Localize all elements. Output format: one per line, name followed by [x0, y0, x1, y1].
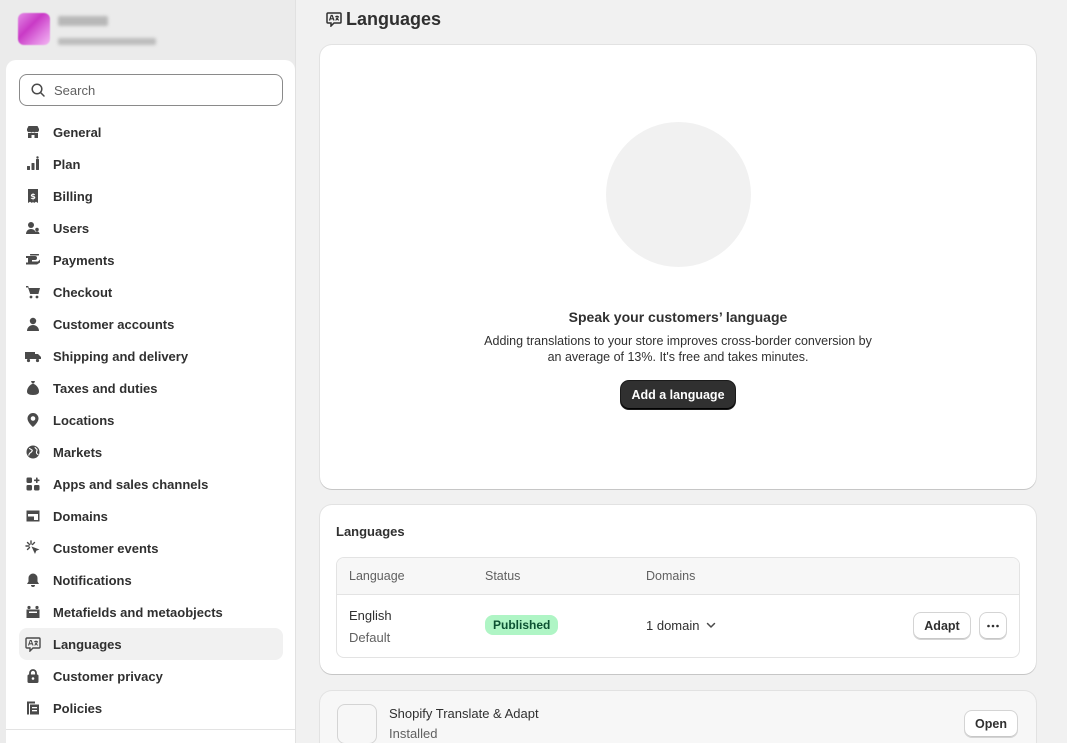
search-input[interactable] — [54, 82, 274, 98]
add-language-button[interactable]: Add a language — [621, 381, 735, 409]
sidebar-item-label: Locations — [53, 412, 115, 428]
sidebar-item-shipping[interactable]: Shipping and delivery — [19, 340, 283, 372]
sidebar-item-label: Markets — [53, 444, 103, 460]
page-title: Languages — [326, 8, 441, 30]
sidebar-item-label: Customer privacy — [53, 668, 163, 684]
settings-search[interactable] — [19, 74, 283, 106]
table-header: Language Status Domains — [337, 558, 1019, 595]
language-name: English — [349, 608, 392, 623]
sidebar-item-label: Taxes and duties — [53, 380, 158, 396]
sidebar-item-customer-privacy[interactable]: Customer privacy — [19, 660, 283, 692]
sidebar-item-policies[interactable]: Policies — [19, 692, 283, 724]
store-icon — [25, 124, 41, 140]
policy-document-icon — [25, 700, 41, 716]
person-icon — [25, 316, 41, 332]
languages-card-title: Languages — [336, 524, 405, 539]
location-pin-icon — [25, 412, 41, 428]
sidebar-item-label: Customer events — [53, 540, 159, 556]
sidebar-item-label: Domains — [53, 508, 108, 524]
status-badge: Published — [485, 615, 559, 635]
sidebar-item-markets[interactable]: Markets — [19, 436, 283, 468]
search-icon — [31, 83, 45, 97]
store-avatar — [18, 13, 50, 45]
sidebar-item-billing[interactable]: $ Billing — [19, 180, 283, 212]
plan-chart-icon — [25, 156, 41, 172]
language-icon — [326, 12, 342, 27]
sidebar-item-taxes[interactable]: Taxes and duties — [19, 372, 283, 404]
sidebar-item-plan[interactable]: Plan — [19, 148, 283, 180]
empty-state-title: Speak your customers’ language — [568, 309, 788, 325]
sidebar-item-users[interactable]: Users — [19, 212, 283, 244]
store-url-redacted — [58, 38, 156, 45]
sidebar-item-customer-events[interactable]: Customer events — [19, 532, 283, 564]
sidebar-item-label: General — [53, 124, 102, 140]
svg-text:$: $ — [30, 192, 36, 201]
sidebar-item-customer-accounts[interactable]: Customer accounts — [19, 308, 283, 340]
sidebar-item-label: Customer accounts — [53, 316, 175, 332]
cursor-click-icon — [25, 540, 41, 556]
sidebar-item-metafields[interactable]: Metafields and metaobjects — [19, 596, 283, 628]
bell-icon — [25, 572, 41, 588]
language-default-label: Default — [349, 630, 391, 645]
tax-bag-icon — [25, 380, 41, 396]
settings-nav-panel: General Plan $ Billing Users Payments Ch… — [6, 60, 295, 743]
adapt-button[interactable]: Adapt — [913, 612, 971, 640]
sidebar-item-label: Plan — [53, 156, 81, 172]
store-name-redacted — [58, 16, 108, 26]
app-status: Installed — [389, 726, 438, 741]
billing-receipt-icon: $ — [25, 188, 41, 204]
app-icon — [337, 704, 377, 743]
settings-nav-list: General Plan $ Billing Users Payments Ch… — [19, 116, 283, 724]
empty-state-card: Speak your customers’ language Adding tr… — [320, 45, 1036, 489]
lock-icon — [25, 668, 41, 684]
sidebar-item-label: Metafields and metaobjects — [53, 604, 223, 620]
more-actions-button[interactable] — [979, 612, 1007, 640]
sidebar-item-label: Users — [53, 220, 90, 236]
sidebar-item-domains[interactable]: Domains — [19, 500, 283, 532]
globe-icon — [25, 444, 41, 460]
sidebar-item-label: Languages — [53, 636, 122, 652]
column-header-language: Language — [349, 569, 405, 583]
sidebar-item-label: Shipping and delivery — [53, 348, 189, 364]
open-app-button[interactable]: Open — [964, 710, 1018, 738]
sidebar-item-label: Payments — [53, 252, 115, 268]
settings-sidebar: General Plan $ Billing Users Payments Ch… — [0, 0, 296, 743]
nav-divider — [6, 729, 295, 730]
empty-state-illustration — [606, 122, 751, 267]
languages-table: Language Status Domains English Default … — [336, 557, 1020, 658]
more-horizontal-icon — [987, 624, 999, 628]
sidebar-item-apps[interactable]: Apps and sales channels — [19, 468, 283, 500]
truck-icon — [25, 348, 41, 364]
empty-state-description: Adding translations to your store improv… — [484, 334, 872, 364]
sidebar-item-label: Policies — [53, 700, 103, 716]
sidebar-item-locations[interactable]: Locations — [19, 404, 283, 436]
translate-app-card: Shopify Translate & Adapt Installed Open — [320, 691, 1036, 743]
payments-hand-icon — [25, 252, 41, 268]
cart-icon — [25, 284, 41, 300]
sidebar-item-languages[interactable]: Languages — [19, 628, 283, 660]
metafields-icon — [25, 604, 41, 620]
sidebar-item-general[interactable]: General — [19, 116, 283, 148]
sidebar-item-notifications[interactable]: Notifications — [19, 564, 283, 596]
column-header-status: Status — [485, 569, 521, 583]
apps-icon — [25, 476, 41, 492]
app-name: Shopify Translate & Adapt — [389, 706, 539, 721]
store-header[interactable] — [0, 0, 295, 60]
languages-card: Languages Language Status Domains Englis… — [320, 505, 1036, 674]
sidebar-item-label: Apps and sales channels — [53, 476, 209, 492]
sidebar-item-label: Checkout — [53, 284, 113, 300]
domains-dropdown-label: 1 domain — [646, 617, 700, 633]
column-header-domains: Domains — [646, 569, 696, 583]
sidebar-item-label: Notifications — [53, 572, 132, 588]
page-title-text: Languages — [346, 8, 442, 29]
sidebar-item-label: Billing — [53, 188, 93, 204]
sidebar-item-payments[interactable]: Payments — [19, 244, 283, 276]
sidebar-item-checkout[interactable]: Checkout — [19, 276, 283, 308]
language-icon — [25, 636, 41, 652]
chevron-down-icon — [707, 622, 716, 628]
domains-dropdown[interactable]: 1 domain — [646, 617, 719, 633]
domains-icon — [25, 508, 41, 524]
users-icon — [25, 220, 41, 236]
table-row: English Default Published 1 domain Adapt — [337, 595, 1019, 657]
